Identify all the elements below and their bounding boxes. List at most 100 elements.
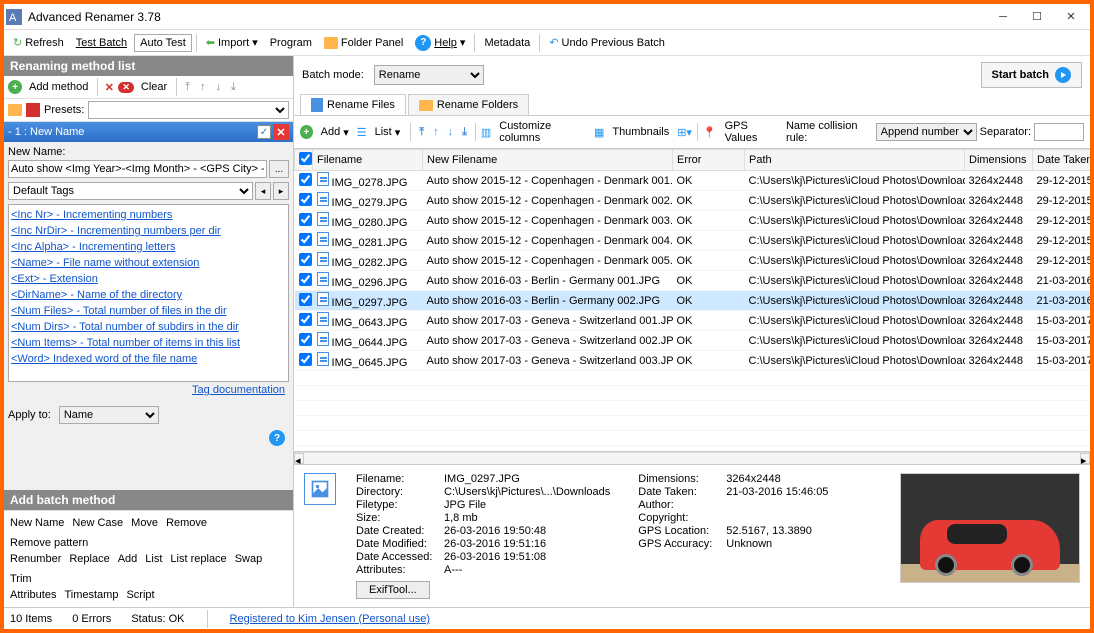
batch-method-attributes[interactable]: Attributes <box>10 589 56 601</box>
presets-combo[interactable] <box>88 101 289 119</box>
tag-link[interactable]: <Inc Alpha> - Incrementing letters <box>11 239 286 255</box>
apply-to-combo[interactable]: Name <box>59 406 159 424</box>
row-checkbox[interactable] <box>299 173 312 186</box>
table-row[interactable]: IMG_0644.JPGAuto show 2017-03 - Geneva -… <box>295 331 1091 351</box>
save-preset-icon[interactable] <box>26 103 40 117</box>
maximize-button[interactable]: ☐ <box>1020 5 1054 29</box>
batch-method-timestamp[interactable]: Timestamp <box>64 589 118 601</box>
batch-method-list[interactable]: List <box>145 553 162 565</box>
table-row[interactable]: IMG_0297.JPGAuto show 2016-03 - Berlin -… <box>295 291 1091 311</box>
row-checkbox[interactable] <box>299 293 312 306</box>
thumbnails-button[interactable]: Thumbnails <box>607 124 674 140</box>
exiftool-button[interactable]: ExifTool... <box>356 581 430 599</box>
add-method-button[interactable]: Add method <box>24 79 93 95</box>
add-files-button[interactable]: Add▾ <box>316 124 354 141</box>
horizontal-scrollbar[interactable]: ◂▸ <box>294 452 1090 464</box>
column-header[interactable]: Dimensions <box>965 150 1033 171</box>
method-titlebar[interactable]: - 1 : New Name ✓ ✕ <box>4 122 293 142</box>
tag-category-combo[interactable]: Default Tags <box>8 182 253 200</box>
test-batch-button[interactable]: Test Batch <box>71 35 132 51</box>
collision-combo[interactable]: Append number <box>876 123 977 141</box>
name-more-button[interactable]: ... <box>269 160 289 178</box>
table-row[interactable]: IMG_0281.JPGAuto show 2015-12 - Copenhag… <box>295 231 1091 251</box>
table-row[interactable]: IMG_0278.JPGAuto show 2015-12 - Copenhag… <box>295 171 1091 191</box>
registration-link[interactable]: Registered to Kim Jensen (Personal use) <box>230 613 431 625</box>
tag-link[interactable]: <Inc NrDir> - Incrementing numbers per d… <box>11 223 286 239</box>
tab-rename-folders[interactable]: Rename Folders <box>408 94 529 115</box>
batch-method-renumber[interactable]: Renumber <box>10 553 61 565</box>
move-bottom-button[interactable]: ⤓ <box>227 79 240 96</box>
x-icon[interactable]: ✕ <box>102 80 116 94</box>
column-header[interactable]: Path <box>745 150 965 171</box>
row-checkbox[interactable] <box>299 313 312 326</box>
column-header[interactable]: Date Taken <box>1033 150 1091 171</box>
move-up-button[interactable]: ↑ <box>196 79 210 95</box>
table-row[interactable]: IMG_0296.JPGAuto show 2016-03 - Berlin -… <box>295 271 1091 291</box>
batch-mode-combo[interactable]: Rename <box>374 65 484 85</box>
up-button[interactable]: ↑ <box>430 126 442 138</box>
top-button[interactable]: ⤒ <box>416 126 427 139</box>
down-button[interactable]: ↓ <box>445 126 457 138</box>
batch-method-new-name[interactable]: New Name <box>10 517 64 529</box>
row-checkbox[interactable] <box>299 353 312 366</box>
separator-input[interactable] <box>1034 123 1084 141</box>
tag-list[interactable]: <Inc Nr> - Incrementing numbers<Inc NrDi… <box>8 204 289 382</box>
batch-method-trim[interactable]: Trim <box>10 573 32 585</box>
autosize-icon[interactable]: ⊞▾ <box>677 126 692 139</box>
table-row[interactable]: IMG_0645.JPGAuto show 2017-03 - Geneva -… <box>295 351 1091 371</box>
tag-link[interactable]: <Num Files> - Total number of files in t… <box>11 303 286 319</box>
move-down-button[interactable]: ↓ <box>212 79 226 95</box>
batch-method-remove[interactable]: Remove <box>166 517 207 529</box>
column-header[interactable]: Filename <box>313 150 423 171</box>
help-button[interactable]: ?Help▾ <box>410 33 470 53</box>
batch-method-replace[interactable]: Replace <box>69 553 109 565</box>
batch-method-script[interactable]: Script <box>126 589 154 601</box>
metadata-button[interactable]: Metadata <box>479 35 535 51</box>
undo-button[interactable]: ↶Undo Previous Batch <box>544 34 670 51</box>
method-close-button[interactable]: ✕ <box>273 124 289 140</box>
auto-test-button[interactable]: Auto Test <box>134 34 192 52</box>
table-row[interactable]: IMG_0282.JPGAuto show 2015-12 - Copenhag… <box>295 251 1091 271</box>
clear-button[interactable]: Clear <box>136 79 172 95</box>
tag-link[interactable]: <Name> - File name without extension <box>11 255 286 271</box>
row-checkbox[interactable] <box>299 253 312 266</box>
tab-rename-files[interactable]: Rename Files <box>300 94 406 115</box>
move-top-button[interactable]: ⤒ <box>181 79 194 96</box>
batch-method-add[interactable]: Add <box>118 553 138 565</box>
row-checkbox[interactable] <box>299 273 312 286</box>
tag-next-button[interactable]: ▸ <box>273 182 289 200</box>
method-enabled-checkbox[interactable]: ✓ <box>257 125 271 139</box>
tag-prev-button[interactable]: ◂ <box>255 182 271 200</box>
start-batch-button[interactable]: Start batch <box>981 62 1082 88</box>
bottom-button[interactable]: ⤓ <box>459 126 470 139</box>
batch-method-new-case[interactable]: New Case <box>72 517 123 529</box>
table-row[interactable]: IMG_0280.JPGAuto show 2015-12 - Copenhag… <box>295 211 1091 231</box>
open-preset-icon[interactable] <box>8 104 22 116</box>
tag-link[interactable]: <Inc Nr> - Incrementing numbers <box>11 207 286 223</box>
minimize-button[interactable]: ─ <box>986 5 1020 29</box>
tag-link[interactable]: <Num Dirs> - Total number of subdirs in … <box>11 319 286 335</box>
row-checkbox[interactable] <box>299 333 312 346</box>
batch-method-remove-pattern[interactable]: Remove pattern <box>10 537 88 549</box>
gps-values-button[interactable]: GPS Values <box>720 118 783 146</box>
method-help-icon[interactable]: ? <box>269 430 285 446</box>
row-checkbox[interactable] <box>299 193 312 206</box>
tag-link[interactable]: <DirName> - Name of the directory <box>11 287 286 303</box>
batch-method-list-replace[interactable]: List replace <box>170 553 226 565</box>
column-header[interactable]: New Filename <box>423 150 673 171</box>
close-button[interactable]: ✕ <box>1054 5 1088 29</box>
table-row[interactable]: IMG_0643.JPGAuto show 2017-03 - Geneva -… <box>295 311 1091 331</box>
select-all-checkbox[interactable] <box>299 152 312 165</box>
row-checkbox[interactable] <box>299 213 312 226</box>
program-button[interactable]: Program <box>265 35 317 51</box>
new-name-input[interactable] <box>8 160 267 178</box>
column-header[interactable]: Error <box>673 150 745 171</box>
import-button[interactable]: ⬅Import▾ <box>201 34 263 51</box>
tag-link[interactable]: <Word> Indexed word of the file name <box>11 351 286 367</box>
table-row[interactable]: IMG_0279.JPGAuto show 2015-12 - Copenhag… <box>295 191 1091 211</box>
folder-panel-button[interactable]: Folder Panel <box>319 35 408 51</box>
file-grid[interactable]: FilenameNew FilenameErrorPathDimensionsD… <box>294 149 1090 452</box>
batch-method-move[interactable]: Move <box>131 517 158 529</box>
batch-method-swap[interactable]: Swap <box>235 553 263 565</box>
tag-documentation-link[interactable]: Tag documentation <box>192 384 285 396</box>
